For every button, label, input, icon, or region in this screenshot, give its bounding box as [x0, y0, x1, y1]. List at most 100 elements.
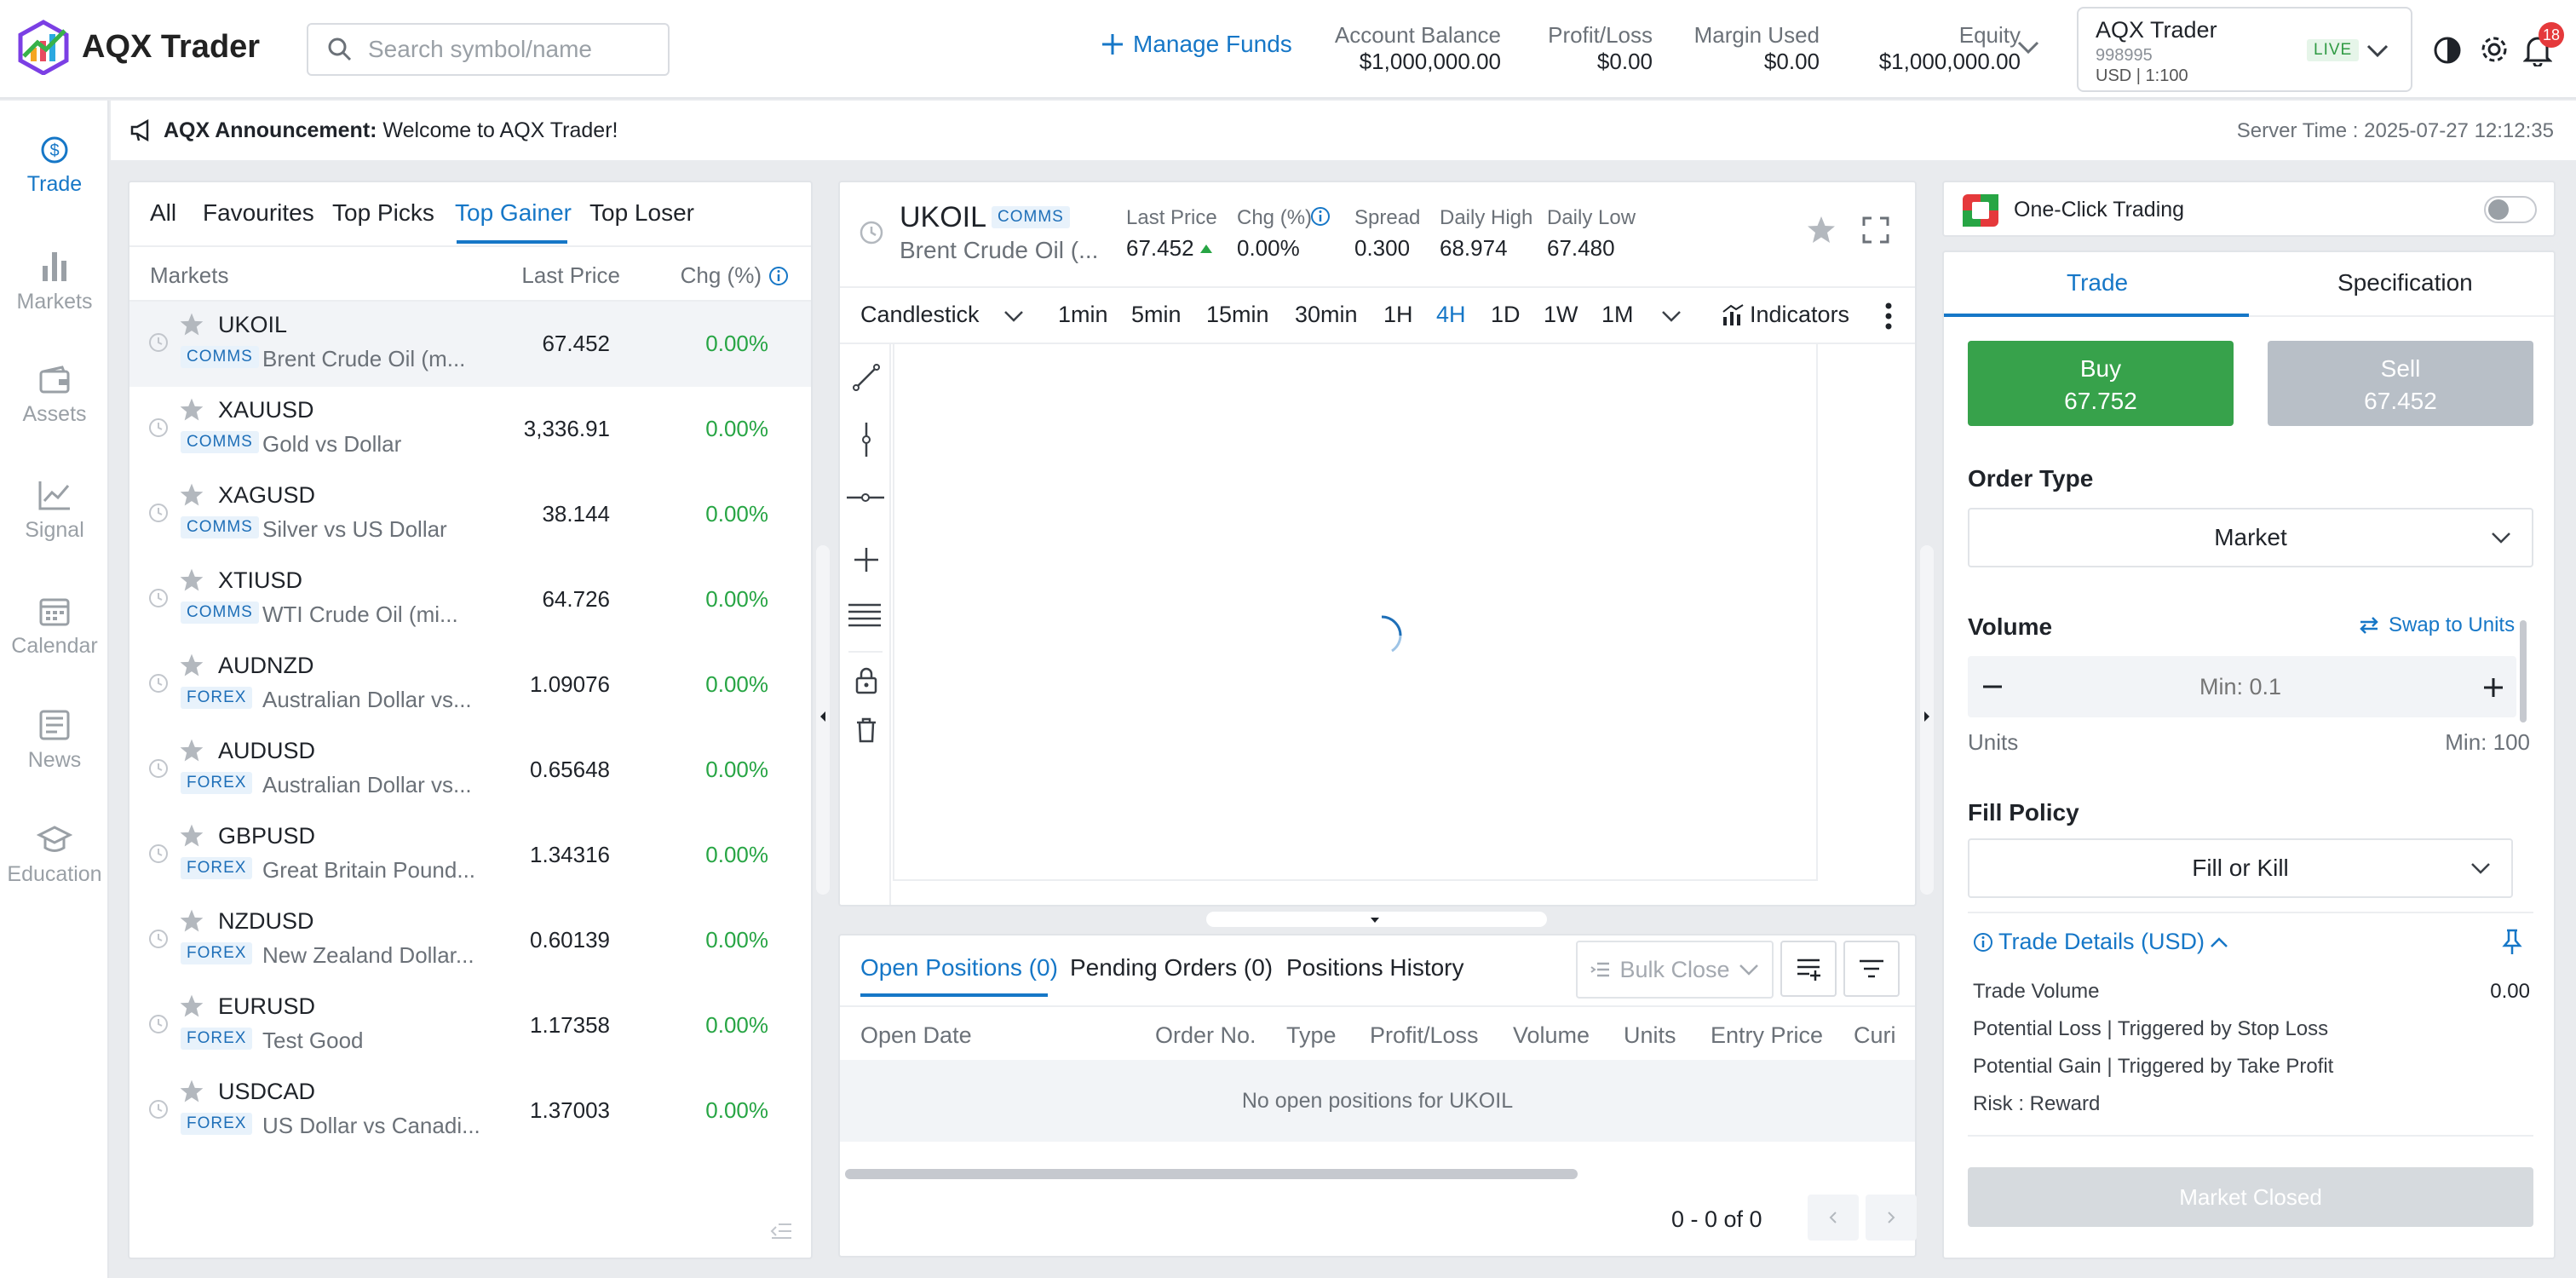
market-row-eurusd[interactable]: EURUSD FOREX Test Good 1.17358 0.00%: [129, 983, 811, 1068]
market-row-gbpusd[interactable]: GBPUSD FOREX Great Britain Pound... 1.34316…: [129, 813, 811, 898]
timeframe-1h[interactable]: 1H: [1383, 302, 1413, 328]
filter-button[interactable]: [1843, 941, 1900, 997]
market-row-audusd[interactable]: AUDUSD FOREX Australian Dollar vs... 0.6564…: [129, 728, 811, 813]
tab-positions-history[interactable]: Positions History: [1286, 954, 1464, 982]
timeframe-4h[interactable]: 4H: [1436, 302, 1466, 328]
chevron-down-icon[interactable]: [1003, 310, 1024, 322]
lock-icon[interactable]: [854, 666, 879, 695]
tab-top-loser[interactable]: Top Loser: [589, 199, 694, 227]
horizontal-line-icon[interactable]: [845, 487, 886, 508]
favourite-star-icon[interactable]: [179, 993, 204, 1019]
account-selector[interactable]: AQX Trader 998995 USD | 1:100 LIVE: [2077, 7, 2412, 92]
favourite-star-icon[interactable]: [179, 908, 204, 934]
timeframe-30min[interactable]: 30min: [1295, 302, 1358, 328]
equity-chevron-down-icon[interactable]: [2017, 41, 2039, 55]
favourite-star-icon[interactable]: [179, 653, 204, 678]
volume-label: Volume: [1968, 613, 2053, 640]
trend-line-icon[interactable]: [852, 363, 881, 392]
tab-open-positions[interactable]: Open Positions (0): [860, 954, 1058, 982]
order-type-select[interactable]: Market: [1968, 508, 2533, 567]
timeframe-15min[interactable]: 15min: [1206, 302, 1269, 328]
favourite-star-icon[interactable]: [179, 482, 204, 508]
market-row-nzdusd[interactable]: NZDUSD FOREX New Zealand Dollar... 0.60139 0…: [129, 898, 811, 983]
timeframe-1d[interactable]: 1D: [1491, 302, 1521, 328]
more-timeframes-chevron-icon[interactable]: [1661, 310, 1682, 322]
plus-icon[interactable]: [2482, 676, 2504, 699]
gear-icon[interactable]: [2479, 34, 2510, 65]
search-box[interactable]: [307, 23, 670, 76]
tab-favourites[interactable]: Favourites: [203, 199, 314, 227]
swap-to-units-link[interactable]: Swap to Units: [2358, 613, 2515, 637]
buy-button[interactable]: Buy 67.752: [1968, 341, 2234, 426]
tab-specification[interactable]: Specification: [2337, 269, 2473, 296]
indicators-button[interactable]: Indicators: [1750, 302, 1849, 328]
caret-down-icon[interactable]: [1370, 917, 1380, 924]
market-row-ukoil[interactable]: UKOIL COMMS Brent Crude Oil (m... 67.452 0.0…: [129, 302, 811, 387]
sidebar-item-news[interactable]: News: [0, 709, 109, 773]
horizontal-scrollbar[interactable]: [845, 1169, 1578, 1179]
trash-icon[interactable]: [855, 717, 877, 743]
tab-top-gainer[interactable]: Top Gainer: [455, 199, 572, 227]
caret-right-icon[interactable]: [1923, 711, 1930, 722]
favourite-star-icon[interactable]: [1806, 215, 1837, 245]
crosshair-icon[interactable]: [852, 545, 881, 574]
favourite-star-icon[interactable]: [179, 397, 204, 423]
sidebar-item-education[interactable]: Education: [0, 825, 109, 887]
manage-funds-button[interactable]: Manage Funds: [1101, 31, 1292, 58]
pin-icon[interactable]: [2501, 929, 2523, 956]
sidebar-item-markets[interactable]: Markets: [0, 249, 109, 314]
tab-trade[interactable]: Trade: [2067, 269, 2128, 296]
sidebar-item-calendar[interactable]: Calendar: [0, 595, 109, 659]
timeframe-1m[interactable]: 1M: [1601, 302, 1634, 328]
search-input[interactable]: [368, 36, 649, 63]
info-icon[interactable]: [1310, 206, 1331, 227]
market-row-usdcad[interactable]: USDCAD FOREX US Dollar vs Canadi... 1.37003…: [129, 1068, 811, 1154]
market-closed-button[interactable]: Market Closed: [1968, 1167, 2533, 1227]
bulk-close-button[interactable]: Bulk Close: [1576, 941, 1774, 999]
sidebar-item-signal[interactable]: Signal: [0, 479, 109, 543]
favourite-star-icon[interactable]: [179, 312, 204, 337]
fullscreen-icon[interactable]: [1862, 216, 1889, 244]
one-click-toggle[interactable]: [2484, 196, 2537, 223]
market-row-xtiusd[interactable]: XTIUSD COMMS WTI Crude Oil (mi... 64.726 0.0…: [129, 557, 811, 642]
theme-toggle-icon[interactable]: [2433, 36, 2462, 65]
tab-all[interactable]: All: [150, 199, 176, 227]
timeframe-5min[interactable]: 5min: [1131, 302, 1182, 328]
chart-canvas[interactable]: [893, 344, 1818, 881]
minus-icon[interactable]: [1981, 678, 2004, 695]
tab-pending-orders[interactable]: Pending Orders (0): [1070, 954, 1273, 982]
favourite-star-icon[interactable]: [179, 567, 204, 593]
vertical-line-icon[interactable]: [852, 421, 881, 458]
trade-details-toggle[interactable]: Trade Details (USD): [1973, 929, 2228, 955]
fib-retracement-icon[interactable]: [847, 602, 884, 629]
caret-left-icon[interactable]: [819, 711, 826, 722]
favourite-star-icon[interactable]: [179, 1079, 204, 1104]
tab-top-picks[interactable]: Top Picks: [332, 199, 434, 227]
volume-input[interactable]: [2061, 668, 2419, 705]
timeframe-1w[interactable]: 1W: [1544, 302, 1578, 328]
sidebar-item-trade[interactable]: $ Trade: [0, 135, 109, 197]
sidebar-item-assets[interactable]: Assets: [0, 365, 109, 427]
app-logo[interactable]: AQX Trader: [15, 19, 260, 75]
sell-button[interactable]: Sell 67.452: [2268, 341, 2533, 426]
favourite-star-icon[interactable]: [179, 823, 204, 849]
prev-page-button[interactable]: [1808, 1195, 1859, 1241]
chart-type-selector[interactable]: Candlestick: [860, 302, 980, 328]
market-row-audnzd[interactable]: AUDNZD FOREX Australian Dollar vs... 1.0907…: [129, 642, 811, 728]
chart-symbol: UKOIL: [900, 201, 987, 233]
favourite-star-icon[interactable]: [179, 738, 204, 763]
market-change: 0.00%: [705, 501, 768, 527]
timeframe-1min[interactable]: 1min: [1058, 302, 1108, 328]
fill-policy-select[interactable]: Fill or Kill: [1968, 838, 2513, 898]
market-row-xauusd[interactable]: XAUUSD COMMS Gold vs Dollar 3,336.91 0.00%: [129, 387, 811, 472]
next-page-button[interactable]: [1866, 1195, 1917, 1241]
info-icon[interactable]: [768, 266, 789, 286]
market-symbol: XTIUSD: [218, 567, 303, 593]
vertical-scrollbar[interactable]: [2520, 620, 2527, 722]
market-row-xagusd[interactable]: XAGUSD COMMS Silver vs US Dollar 38.144 0.00…: [129, 472, 811, 557]
collapse-list-icon[interactable]: [770, 1222, 792, 1241]
column-volume: Volume: [1513, 1022, 1590, 1048]
column-settings-button[interactable]: [1780, 941, 1837, 997]
stat-value: $1,000,000.00: [1359, 49, 1501, 74]
more-vertical-icon[interactable]: [1884, 302, 1893, 331]
